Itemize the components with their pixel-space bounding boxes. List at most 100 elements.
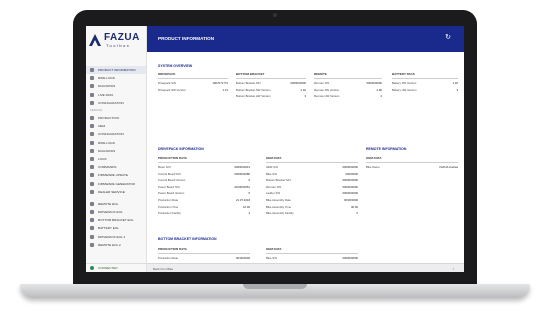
sidebar-item-label: CONFIGURATION bbox=[98, 132, 124, 137]
diagnosis-icon bbox=[90, 148, 94, 153]
info-label: OEM S/N bbox=[266, 165, 278, 169]
info-label: Production Date bbox=[158, 256, 179, 260]
top-bar: PRODUCT INFORMATION ↻ bbox=[147, 26, 464, 52]
info-label: Bike S/N bbox=[266, 256, 277, 260]
sidebar-item-product-information[interactable]: PRODUCT INFORMATION bbox=[86, 66, 146, 75]
sidebar-item-label: FIRMWARE UPDATE bbox=[98, 173, 128, 178]
info-value: 1.18 bbox=[452, 81, 458, 85]
info-row: Motor S/N 0000000013 bbox=[158, 165, 250, 169]
sidebar-item-oem[interactable]: OEM bbox=[86, 122, 146, 130]
sidebar-item-production[interactable]: PRODUCTION bbox=[86, 114, 146, 122]
info-label: Power Board Version bbox=[158, 191, 185, 196]
sidebar-item-configuration[interactable]: CONFIGURATION bbox=[86, 130, 146, 138]
info-row: Bike S/N 00000000 bbox=[266, 172, 358, 176]
sidebar-item-configuration[interactable]: CONFIGURATION bbox=[86, 99, 146, 107]
main-content: SYSTEM OVERVIEW DRIVEPACK Drivepack S/N 190… bbox=[147, 52, 464, 263]
info-value: 2.90 bbox=[376, 87, 382, 92]
sidebar-item-live-data[interactable]: LIVE DATA bbox=[86, 91, 146, 99]
info-label: Remote SW Version bbox=[314, 87, 340, 92]
sidebar-item-diagnosis[interactable]: DIAGNOSIS bbox=[86, 82, 146, 90]
sidebar-item-logs[interactable]: LOGS bbox=[86, 155, 146, 163]
sidebar-item-diagnosis[interactable]: DIAGNOSIS bbox=[86, 147, 146, 155]
factory-icon bbox=[90, 116, 94, 121]
sidebar-item-label: DIAGNOSIS bbox=[98, 84, 116, 89]
sidebar-item-ride-logs[interactable]: RIDE LOGS bbox=[86, 74, 146, 82]
flag-icon bbox=[90, 201, 94, 206]
info-value: 0 bbox=[356, 211, 358, 216]
sidebar-item-label: COMMANDS bbox=[98, 165, 117, 170]
flag-icon bbox=[90, 218, 94, 223]
info-label: Production Date bbox=[158, 198, 179, 202]
chevron-right-icon[interactable]: › bbox=[453, 266, 454, 271]
info-label: Battery HW Version bbox=[392, 87, 417, 92]
info-label: Bottom Bracket SW Version bbox=[236, 87, 271, 92]
sidebar-item-label: DRIVEPACK EOL bbox=[98, 210, 123, 215]
sidebar-item-firmware-update[interactable]: FIRMWARE UPDATE bbox=[86, 171, 146, 179]
sidebar-item-remote-eol[interactable]: REMOTE EOL bbox=[86, 200, 146, 208]
sidebar-item-drivepack-eol-2[interactable]: DRIVEPACK EOL 2 bbox=[86, 233, 146, 241]
refresh-icon[interactable]: ↻ bbox=[444, 34, 452, 42]
flag-icon bbox=[90, 210, 94, 215]
laptop-notch bbox=[243, 284, 307, 289]
info-row: Drivepack S/N 1907071773 bbox=[158, 81, 228, 85]
list-icon bbox=[90, 156, 94, 161]
tools-icon bbox=[90, 189, 94, 194]
info-row: Bottom Bracket S/N 0000000000 bbox=[266, 178, 358, 182]
gear-icon bbox=[90, 132, 94, 137]
info-value: 1.13 bbox=[222, 87, 228, 92]
info-row: Control Board S/N 0000002086 bbox=[158, 172, 250, 176]
sidebar-item-battery-eol[interactable]: BATTERY EOL bbox=[86, 224, 146, 232]
info-row: Battery HW Version 3 bbox=[392, 88, 458, 92]
sidebar-item-label: BATTERY EOL bbox=[98, 226, 119, 231]
block-header: BATTERY PACK bbox=[392, 72, 458, 79]
info-row: Bottom Bracket HW Version 3 bbox=[236, 94, 306, 98]
sidebar-item-ride-logs[interactable]: RIDE LOGS bbox=[86, 139, 146, 147]
sidebar-item-commands[interactable]: COMMANDS bbox=[86, 163, 146, 171]
info-label: Drivepack S/N bbox=[158, 81, 176, 85]
footer-bar[interactable]: Back from Bike › bbox=[147, 263, 464, 272]
app-screen: FAZUA Toolbox PRODUCT INFORMATION RIDE LO… bbox=[86, 26, 464, 272]
logo-subtitle: Toolbox bbox=[106, 43, 131, 48]
sidebar-item-label: LIVE DATA bbox=[98, 92, 114, 97]
sidebar-item-label: FIRMWARE GENERATOR bbox=[98, 181, 135, 186]
connection-label: CONNECTED bbox=[98, 266, 118, 270]
info-row: Remote HW Version 2 bbox=[314, 94, 382, 98]
chart-icon bbox=[90, 92, 94, 97]
sidebar-item-bottom-bracket-eol[interactable]: BOTTOM BRACKET EOL bbox=[86, 216, 146, 224]
flag-icon bbox=[90, 234, 94, 239]
info-row: Bottom Bracket S/N 0000000000 bbox=[236, 81, 306, 85]
info-row: Remote S/N 0000000000 bbox=[314, 81, 382, 85]
sidebar-item-drivepack-eol[interactable]: DRIVEPACK EOL bbox=[86, 208, 146, 216]
block-header: PRODUCTION DATA bbox=[158, 156, 250, 163]
info-row: Bike S/N 0000000000 bbox=[266, 256, 358, 260]
info-label: Bike S/N bbox=[266, 171, 277, 176]
info-value: 21.07.2018 bbox=[236, 198, 250, 202]
block-header: DRIVEPACK bbox=[158, 72, 228, 79]
info-row: Power Board Version 5 bbox=[158, 191, 250, 195]
info-label: Bottom Bracket S/N bbox=[266, 178, 291, 183]
info-value: 4 bbox=[248, 211, 250, 216]
sidebar-item-remote-eol-2[interactable]: REMOTE EOL 2 bbox=[86, 241, 146, 249]
info-row: Bike Assembly Time 00:00 bbox=[266, 205, 358, 209]
sidebar-nav: PRODUCT INFORMATION RIDE LOGS DIAGNOSIS LIV… bbox=[86, 66, 146, 249]
sidebar-section-label: SERVICE bbox=[90, 107, 103, 112]
sidebar-item-dealer-service[interactable]: DEALER SERVICE bbox=[86, 188, 146, 196]
info-label: Production Facility bbox=[158, 211, 181, 216]
info-value: 3 bbox=[304, 94, 306, 98]
info-label: Battery SW Version bbox=[392, 81, 417, 85]
info-value: 0000000000 bbox=[342, 178, 358, 183]
info-value: 2 bbox=[380, 94, 382, 98]
info-label: Motor S/N bbox=[158, 165, 171, 169]
block-header: BOTTOM BRACKET bbox=[236, 72, 306, 79]
page-title: PRODUCT INFORMATION bbox=[158, 36, 215, 41]
block-header: PRODUCTION DATA bbox=[158, 247, 250, 254]
sidebar-item-label: LOGS bbox=[98, 156, 107, 161]
info-row: Control Board Version 6 bbox=[158, 178, 250, 182]
info-value: 00/00/0000 bbox=[344, 198, 358, 202]
info-label: Bike Assembly Facility bbox=[266, 211, 294, 216]
info-value: 0000000000 bbox=[342, 165, 358, 169]
block-header: REMOTE bbox=[314, 72, 382, 79]
footer-label: Back from Bike bbox=[153, 266, 174, 271]
sidebar-item-firmware-generator[interactable]: FIRMWARE GENERATOR bbox=[86, 179, 146, 187]
build-icon bbox=[90, 181, 94, 186]
